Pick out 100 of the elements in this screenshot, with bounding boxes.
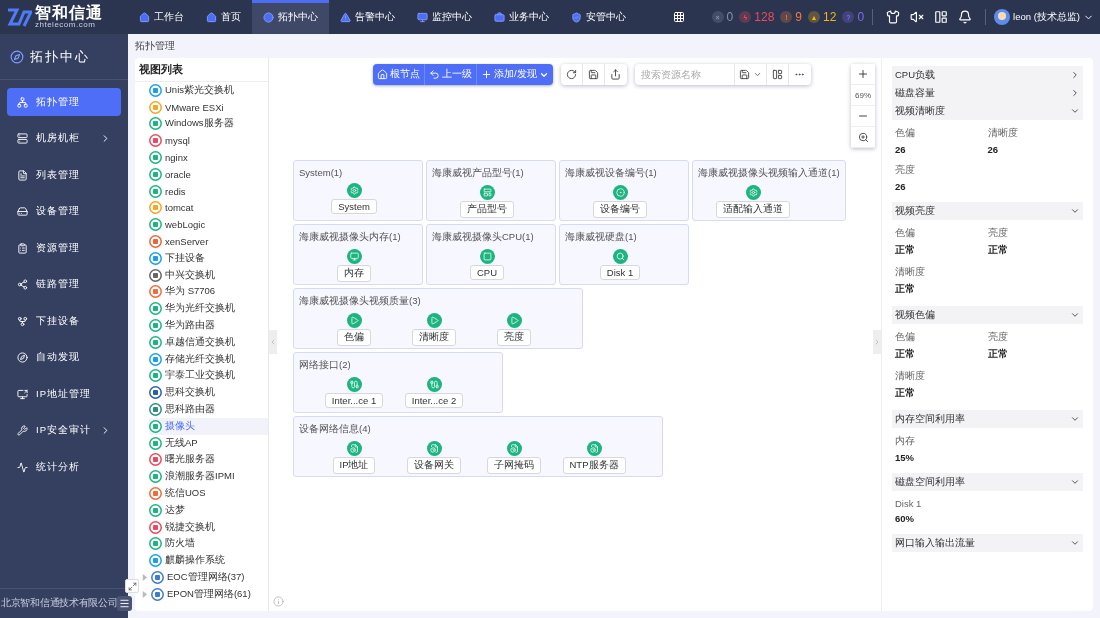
node-label[interactable]: 设备编号 xyxy=(593,201,647,218)
mute-icon[interactable] xyxy=(910,10,925,24)
sidebar-item[interactable]: IP地址管理 xyxy=(7,380,121,408)
tree-item[interactable]: 宇泰工业交换机 xyxy=(149,367,268,385)
collapse-handle[interactable] xyxy=(269,330,277,354)
tree-item[interactable]: redis xyxy=(149,182,268,200)
tree-item[interactable]: mysql xyxy=(149,132,268,150)
sidebar-item[interactable]: IP安全审计 xyxy=(7,416,121,445)
tree-item[interactable]: tomcat xyxy=(149,199,268,217)
bell-icon[interactable] xyxy=(958,10,973,24)
node-label[interactable]: 适配输入通道 xyxy=(716,201,790,218)
node-label[interactable]: 内存 xyxy=(337,265,371,282)
tree-item[interactable]: xenServer xyxy=(149,233,268,250)
tree-item[interactable]: 达梦 xyxy=(149,501,268,519)
node-icon[interactable] xyxy=(346,313,362,328)
node-label[interactable]: Inter...ce 2 xyxy=(404,393,464,408)
tree-item[interactable]: 曙光服务器 xyxy=(149,451,268,469)
tree-item[interactable]: webLogic xyxy=(149,216,268,234)
expand-handle[interactable] xyxy=(873,330,881,354)
node-icon[interactable] xyxy=(506,313,522,328)
section-header[interactable]: 视频清晰度 xyxy=(892,102,1083,120)
section-header[interactable]: 磁盘空间利用率 xyxy=(892,473,1083,491)
node-icon[interactable] xyxy=(426,441,442,456)
tree-item[interactable]: 摄像头 xyxy=(149,417,268,435)
section-header[interactable]: 网口输入输出流量 xyxy=(892,534,1083,552)
sidebar-item[interactable]: 下挂设备 xyxy=(7,307,121,335)
user-name[interactable]: leon (技术总监) xyxy=(1013,10,1080,24)
node-icon[interactable] xyxy=(346,249,362,264)
node-icon[interactable] xyxy=(426,377,442,392)
node-label[interactable]: 亮度 xyxy=(497,329,531,346)
sidebar-item[interactable]: 统计分析 xyxy=(7,453,121,481)
tree-item[interactable]: Unis紫光交换机 xyxy=(149,82,268,99)
node-label[interactable]: Disk 1 xyxy=(599,265,641,280)
tree-item[interactable]: 麒麟操作系统 xyxy=(149,552,268,570)
node-label[interactable]: 清晰度 xyxy=(412,329,456,346)
node-label[interactable]: System xyxy=(331,199,377,214)
section-header[interactable]: 内存空间利用率 xyxy=(892,410,1083,428)
nav-tab[interactable]: 首页 xyxy=(195,0,252,34)
toolbar-button[interactable]: 根节点 xyxy=(373,64,425,85)
toolbar-button[interactable]: 上一级 xyxy=(425,64,477,85)
node-label[interactable]: 产品型号 xyxy=(460,201,514,218)
tree-item[interactable]: oracle xyxy=(149,166,268,183)
node-label[interactable]: 色偏 xyxy=(337,329,371,346)
node-label[interactable]: 设备网关 xyxy=(407,457,461,474)
sidebar-item[interactable]: 资源管理 xyxy=(7,234,121,262)
fullscreen-button[interactable] xyxy=(125,579,139,593)
section-header[interactable]: 视频色偏 xyxy=(892,306,1083,324)
tree-item[interactable]: EOC管理网络(37) xyxy=(141,569,268,586)
node-icon[interactable] xyxy=(346,377,362,392)
tree-item[interactable]: 卓越信通交换机 xyxy=(149,333,268,351)
sidebar-item[interactable]: 自动发现 xyxy=(7,343,121,372)
tree-item[interactable]: 华为路由器 xyxy=(149,317,268,334)
nav-tab[interactable]: 工作台 xyxy=(128,0,195,34)
tree-item[interactable]: 防火墙 xyxy=(149,535,268,553)
menu-button[interactable] xyxy=(117,596,133,611)
layout-icon[interactable] xyxy=(934,10,949,24)
tree-item[interactable]: VMware ESXi xyxy=(149,98,268,116)
node-icon[interactable] xyxy=(479,185,495,200)
node-label[interactable]: IP地址 xyxy=(332,457,376,474)
tree-item[interactable]: 华为 S7706 xyxy=(149,283,268,301)
tree-item[interactable]: Windows服务器 xyxy=(149,115,268,133)
tree-item[interactable]: 华为光纤交换机 xyxy=(149,300,268,318)
tree-item[interactable]: nginx xyxy=(149,149,268,166)
node-icon[interactable] xyxy=(346,441,362,456)
node-icon[interactable] xyxy=(612,185,628,200)
tree-item[interactable]: 统信UOS xyxy=(149,485,268,502)
tree-item[interactable]: 锐捷交换机 xyxy=(149,518,268,536)
shirt-icon[interactable] xyxy=(886,10,901,24)
node-icon[interactable] xyxy=(346,183,362,198)
tree-item[interactable]: 中兴交换机 xyxy=(149,266,268,284)
grid-icon[interactable] xyxy=(673,11,685,23)
tree-item[interactable]: 下挂设备 xyxy=(149,249,268,267)
node-label[interactable]: 子网掩码 xyxy=(487,457,541,474)
node-label[interactable]: Inter...ce 1 xyxy=(324,393,384,408)
tree-item[interactable]: 思科交换机 xyxy=(149,384,268,402)
tree-item[interactable]: 存储光纤交换机 xyxy=(149,350,268,368)
tree-item[interactable]: 浪潮服务器IPMI xyxy=(149,468,268,486)
tree-item[interactable]: 无线AP xyxy=(149,434,268,452)
tree-item[interactable]: EPON管理网络(61) xyxy=(141,585,268,603)
nav-tab[interactable]: 监控中心 xyxy=(406,0,483,34)
node-label[interactable]: NTP服务器 xyxy=(562,457,626,474)
section-header[interactable]: 磁盘容量 xyxy=(892,84,1083,102)
nav-tab[interactable]: 拓扑中心 xyxy=(252,0,329,34)
node-icon[interactable] xyxy=(745,185,761,200)
section-header[interactable]: CPU负载 xyxy=(892,66,1083,84)
node-icon[interactable] xyxy=(586,441,602,456)
avatar-icon[interactable] xyxy=(994,9,1011,25)
section-header[interactable]: 视频亮度 xyxy=(892,202,1083,220)
node-icon[interactable] xyxy=(612,249,628,264)
node-icon[interactable] xyxy=(506,441,522,456)
toolbar-button[interactable]: 添加/发现 xyxy=(477,64,553,85)
tree-item[interactable]: 思科路由器 xyxy=(149,401,268,418)
sidebar-item[interactable]: 设备管理 xyxy=(7,197,121,226)
nav-tab[interactable]: 业务中心 xyxy=(483,0,560,34)
search-field[interactable]: 搜索资源名称 xyxy=(634,64,735,85)
node-icon[interactable] xyxy=(479,249,495,264)
sidebar-item[interactable]: 拓扑管理 xyxy=(7,88,121,116)
sidebar-item[interactable]: 链路管理 xyxy=(7,270,121,299)
node-label[interactable]: CPU xyxy=(469,265,505,280)
nav-tab[interactable]: 安管中心 xyxy=(560,0,637,34)
